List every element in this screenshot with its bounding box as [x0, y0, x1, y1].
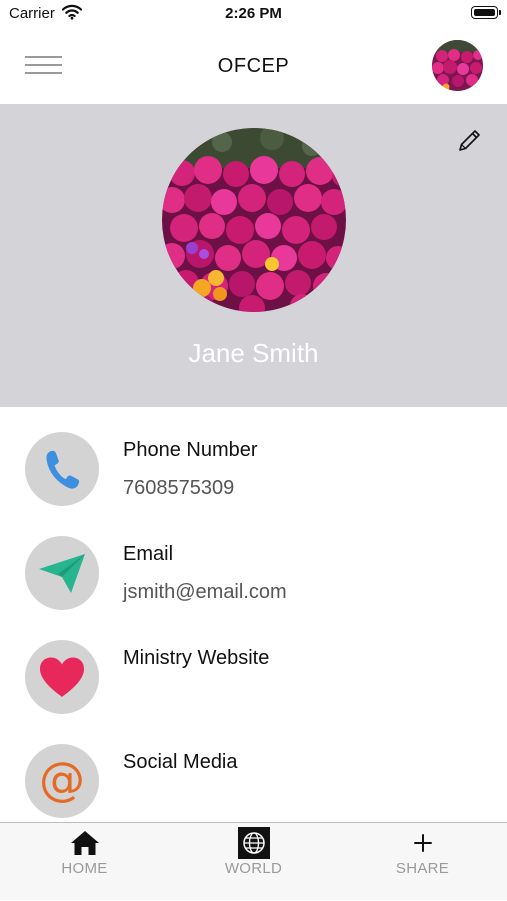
icon-circle — [25, 640, 99, 714]
contact-item-email[interactable]: Email jsmith@email.com — [0, 511, 507, 615]
contact-item-phone[interactable]: Phone Number 7608575309 — [0, 407, 507, 511]
profile-name: Jane Smith — [188, 338, 319, 368]
status-time: 2:26 PM — [225, 5, 282, 22]
at-icon: @ — [39, 752, 85, 806]
contact-list: Phone Number 7608575309 Email jsmith@ema… — [0, 407, 507, 822]
profile-photo — [162, 128, 346, 312]
flower-photo-thumbnail — [432, 40, 483, 91]
battery-icon — [471, 6, 501, 19]
phone-icon — [46, 450, 80, 489]
tab-icon-wrap — [0, 829, 169, 857]
status-bar: Carrier 2:26 PM — [0, 0, 507, 30]
edit-profile-button[interactable] — [456, 126, 484, 154]
tab-world[interactable]: WORLD — [169, 823, 338, 901]
contact-item-social[interactable]: @ Social Media — [0, 719, 507, 822]
heart-icon — [39, 657, 85, 697]
tab-label: HOME — [61, 860, 108, 877]
tab-home[interactable]: HOME — [0, 823, 169, 901]
tab-label: SHARE — [395, 860, 450, 877]
tab-label: WORLD — [224, 860, 283, 877]
contact-label: Phone Number — [123, 439, 258, 461]
contact-value: 7608575309 — [123, 477, 235, 499]
contact-label: Ministry Website — [123, 647, 270, 669]
icon-circle — [25, 432, 99, 506]
tab-bar: HOME WORLD SHARE — [0, 822, 507, 900]
nav-bar: OFCEP — [0, 30, 507, 104]
contact-value: jsmith@email.com — [123, 581, 287, 603]
home-icon — [70, 831, 99, 855]
flower-photo — [162, 128, 346, 312]
profile-header: Jane Smith — [0, 104, 507, 407]
plus-icon — [413, 834, 432, 852]
contact-label: Email — [123, 543, 174, 565]
paper-plane-icon — [39, 554, 85, 593]
icon-circle: @ — [25, 744, 99, 818]
tab-icon-wrap — [169, 827, 338, 859]
page-title: OFCEP — [217, 55, 290, 77]
contact-item-website[interactable]: Ministry Website — [0, 615, 507, 719]
contact-label: Social Media — [123, 751, 238, 773]
tab-icon-wrap — [338, 829, 507, 857]
user-avatar[interactable] — [432, 40, 483, 91]
globe-icon — [237, 827, 270, 859]
tab-share[interactable]: SHARE — [338, 823, 507, 901]
pencil-icon — [459, 130, 480, 151]
icon-circle — [25, 536, 99, 610]
